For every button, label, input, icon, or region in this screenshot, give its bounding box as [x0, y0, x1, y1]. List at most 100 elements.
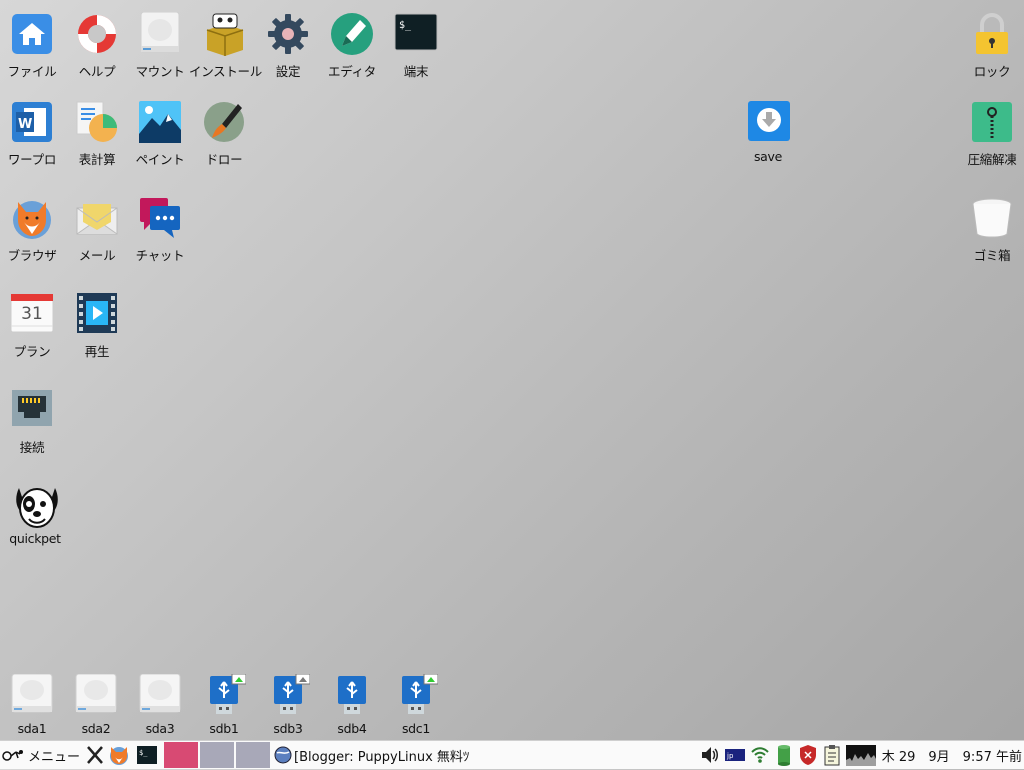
- desktop-icon-install[interactable]: インストール: [189, 12, 262, 80]
- menu-button[interactable]: メニュー: [0, 741, 80, 769]
- quicklaunch-x-button[interactable]: [86, 741, 104, 769]
- drive-icon-sda2[interactable]: sda2: [60, 673, 132, 736]
- globe-icon: [274, 746, 292, 764]
- lifebuoy-icon: [75, 12, 119, 56]
- svg-text:$_: $_: [139, 749, 148, 757]
- drive-icon-sda1[interactable]: sda1: [0, 673, 68, 736]
- drive-icon-sdb3[interactable]: sdb3: [252, 673, 324, 736]
- desktop-icon-spreadsheet[interactable]: 表計算: [61, 100, 133, 168]
- workspace-3-button[interactable]: [236, 742, 271, 768]
- drive-icon-sdc1[interactable]: sdc1: [380, 673, 452, 736]
- desktop-icon-paint[interactable]: ペイント: [124, 100, 196, 168]
- desktop-icon-label: ワープロ: [7, 152, 57, 167]
- desktop-icon-mount[interactable]: マウント: [124, 11, 196, 80]
- paintbrush-icon: [202, 100, 246, 144]
- desktop-icon-browser[interactable]: ブラウザ: [0, 196, 68, 264]
- desktop-icon-label: 再生: [84, 344, 110, 359]
- drive-label: sdb4: [337, 721, 367, 736]
- menu-label: メニュー: [28, 749, 81, 765]
- wifi-signal-icon[interactable]: [750, 744, 770, 766]
- drive-icon-sdb4[interactable]: sdb4: [316, 674, 388, 736]
- desktop-icon-label: プラン: [13, 344, 51, 359]
- drive-label: sdb3: [273, 721, 303, 736]
- drive-label: sdc1: [401, 721, 431, 736]
- desktop-icon-wordpro[interactable]: W ワープロ: [0, 100, 68, 168]
- usb-drive-icon: [266, 673, 311, 718]
- desktop-icon-mail[interactable]: メール: [61, 196, 133, 264]
- desktop-icon-play[interactable]: 再生: [61, 292, 133, 360]
- spreadsheet-chart-icon: [75, 100, 119, 144]
- desktop-icon-settings[interactable]: 設定: [252, 12, 324, 80]
- volume-icon[interactable]: [700, 744, 720, 766]
- desktop-icon-label: ヘルプ: [78, 64, 116, 79]
- envelope-icon: [75, 196, 119, 240]
- svg-text:W: W: [18, 117, 32, 132]
- desktop-icon-plan[interactable]: 31 プラン: [0, 292, 68, 360]
- desktop-icon-label: ペイント: [135, 152, 185, 167]
- quicklaunch-terminal-button[interactable]: $_: [136, 741, 158, 769]
- calendar-day-number: 31: [21, 304, 43, 324]
- desktop-icon-draw[interactable]: ドロー: [188, 100, 260, 168]
- package-box-icon: [203, 12, 247, 56]
- desktop-icon-lock[interactable]: ロック: [956, 12, 1024, 80]
- quicklaunch-browser-button[interactable]: [108, 741, 130, 769]
- drive-label: sdb1: [209, 721, 239, 736]
- drive-icon-sdb1[interactable]: sdb1: [188, 673, 260, 736]
- desktop-icon-file[interactable]: ファイル: [0, 12, 68, 80]
- storage-cylinder-icon[interactable]: [774, 744, 794, 766]
- download-save-icon: [746, 100, 790, 144]
- gear-icon: [266, 12, 310, 56]
- task-title: [Blogger: PuppyLinux 無料ﾂ: [294, 749, 470, 765]
- desktop-icon-connect[interactable]: 接続: [0, 388, 68, 456]
- film-strip-icon: [75, 292, 119, 336]
- keyboard-layout-icon[interactable]: jp: [724, 744, 746, 766]
- hard-drive-icon: [138, 673, 182, 718]
- desktop: ファイル ヘルプ マウント インストール 設定 エディタ $_ 端末 ロック W…: [0, 0, 1024, 740]
- ethernet-port-icon: [10, 388, 54, 432]
- desktop-icon-help[interactable]: ヘルプ: [61, 12, 133, 80]
- x-logo-icon: [87, 746, 103, 764]
- fox-browser-icon: [10, 196, 54, 240]
- desktop-icon-chat[interactable]: チャット: [124, 196, 196, 264]
- padlock-icon: [970, 12, 1014, 56]
- firewall-shield-icon[interactable]: [798, 744, 818, 766]
- chat-bubbles-icon: [138, 196, 182, 240]
- desktop-icon-editor[interactable]: エディタ: [316, 12, 388, 80]
- desktop-icon-label: 圧縮解凍: [967, 152, 1017, 167]
- desktop-icon-unzip[interactable]: 圧縮解凍: [956, 100, 1024, 168]
- desktop-icon-label: 端末: [403, 64, 429, 79]
- drive-icon: [138, 11, 182, 56]
- drive-label: sda2: [81, 721, 111, 736]
- usb-drive-icon: [330, 674, 374, 718]
- desktop-icon-label: quickpet: [9, 531, 61, 546]
- svg-text:jp: jp: [726, 752, 734, 760]
- pen-editor-icon: [330, 12, 374, 56]
- trash-bin-icon: [970, 196, 1014, 240]
- drive-icon-sda3[interactable]: sda3: [124, 673, 196, 736]
- clipboard-icon[interactable]: [822, 744, 842, 766]
- desktop-icon-label: save: [753, 149, 783, 164]
- drive-label: sda1: [17, 721, 47, 736]
- desktop-icon-terminal[interactable]: $_ 端末: [380, 12, 452, 80]
- desktop-icon-label: ファイル: [7, 64, 57, 79]
- task-button-blogger[interactable]: [Blogger: PuppyLinux 無料ﾂ: [274, 741, 474, 769]
- desktop-icon-trash[interactable]: ゴミ箱: [956, 196, 1024, 264]
- workspace-1-button[interactable]: [164, 742, 199, 768]
- desktop-icon-label: 接続: [19, 440, 45, 455]
- landscape-image-icon: [138, 100, 182, 144]
- cpu-monitor-icon[interactable]: [845, 744, 876, 766]
- desktop-icon-label: ドロー: [205, 152, 243, 167]
- desktop-icon-label: ゴミ箱: [973, 248, 1011, 263]
- terminal-icon: $_: [137, 746, 158, 764]
- puppy-menu-icon: [2, 750, 23, 761]
- desktop-icon-quickpet[interactable]: quickpet: [0, 482, 71, 546]
- desktop-icon-label: エディタ: [328, 64, 376, 79]
- svg-text:$_: $_: [399, 20, 412, 31]
- usb-drive-icon: [202, 673, 247, 718]
- desktop-icon-save[interactable]: save: [732, 100, 804, 164]
- workspace-2-button[interactable]: [200, 742, 235, 768]
- puppy-face-icon: [13, 482, 58, 528]
- calendar-icon: 31: [10, 292, 54, 336]
- terminal-icon: $_: [394, 12, 438, 56]
- clock[interactable]: 木 29 9月 9:57 午前: [882, 741, 1022, 769]
